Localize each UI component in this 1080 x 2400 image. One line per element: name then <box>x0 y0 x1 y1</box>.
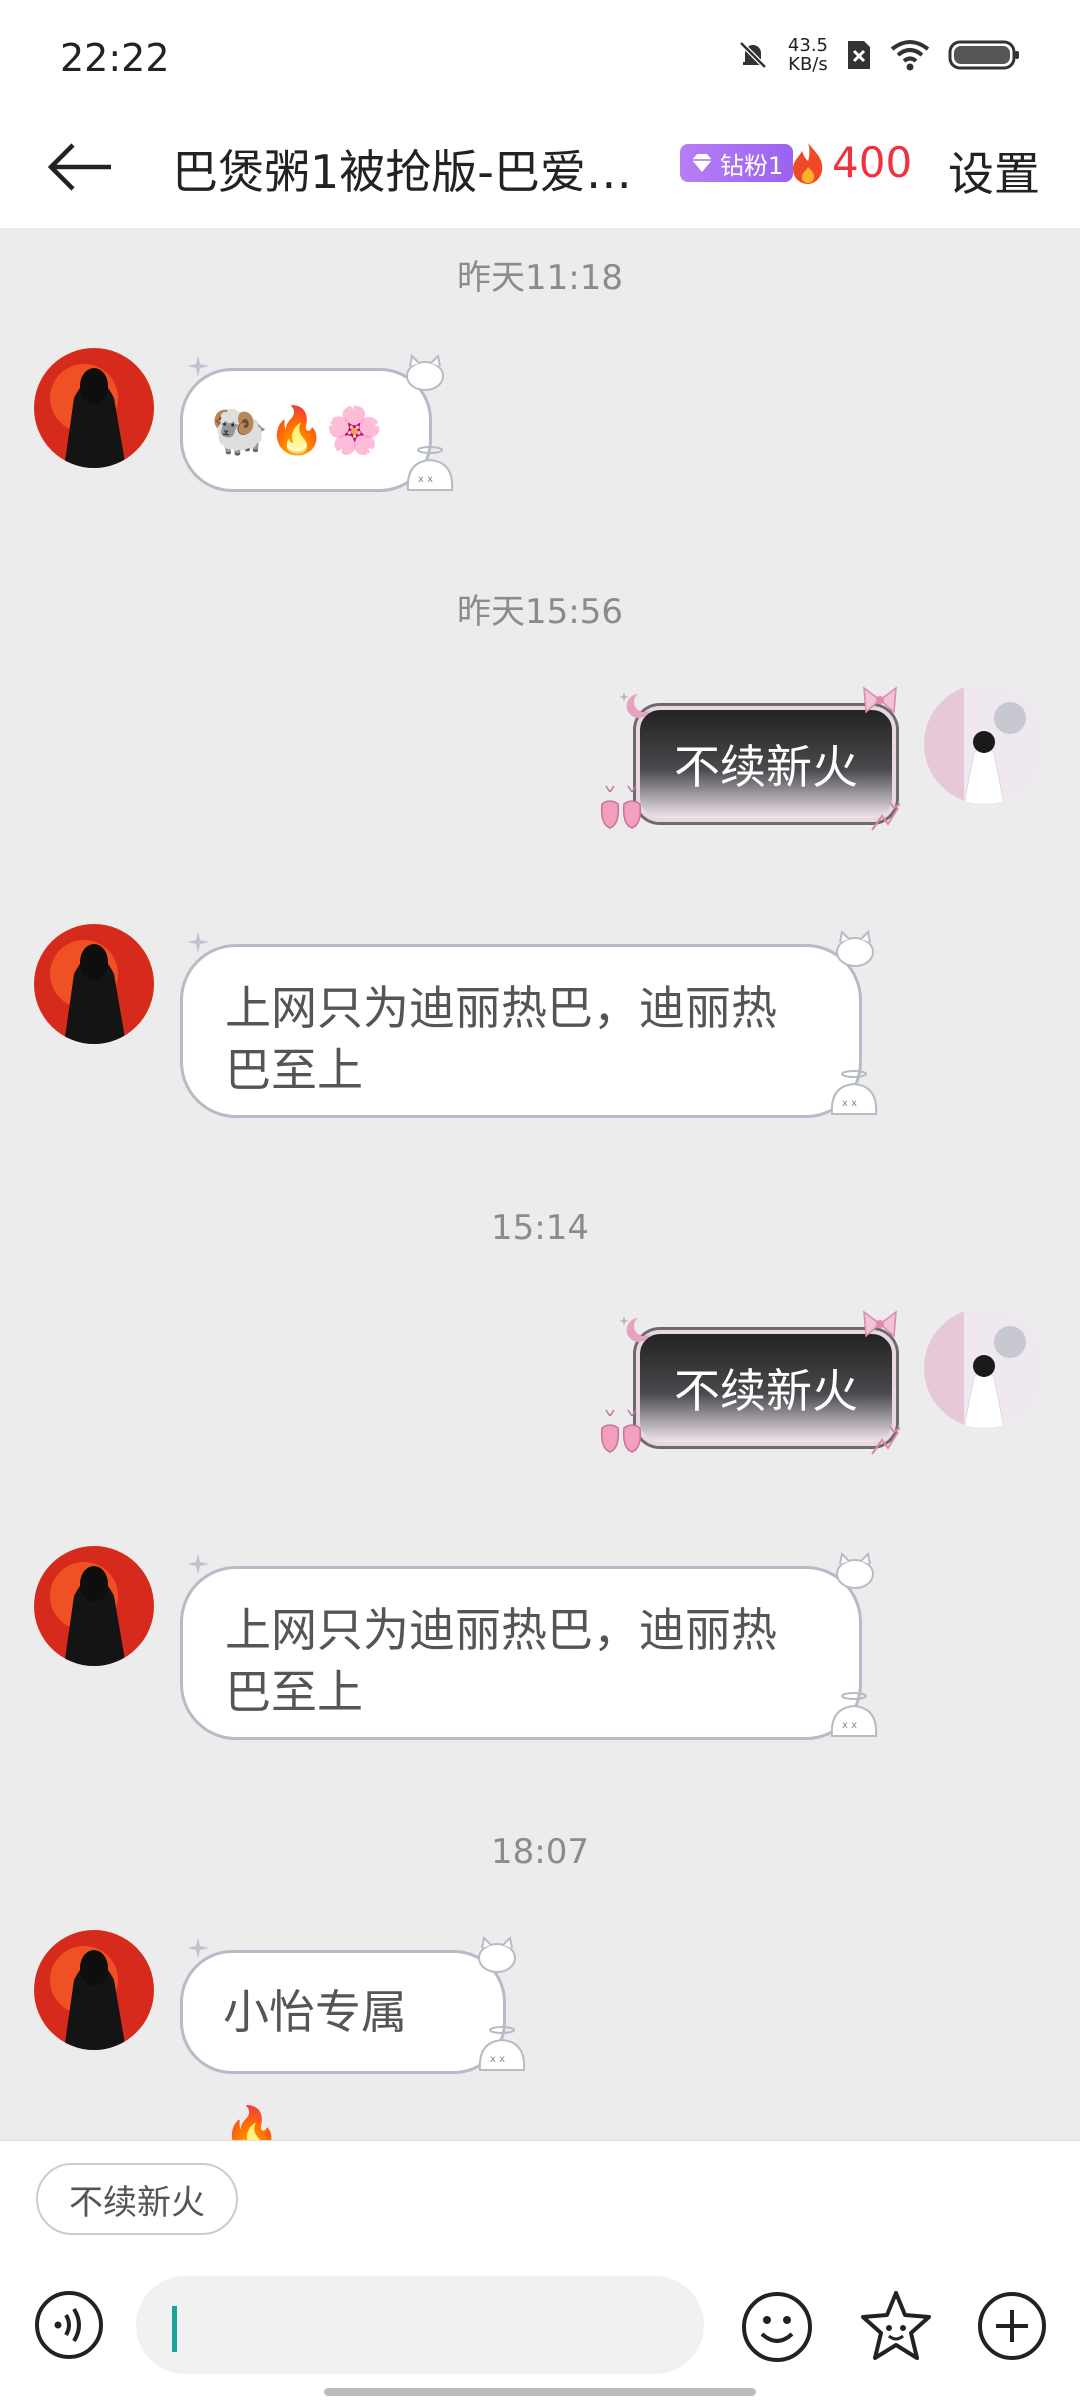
chat-title[interactable]: 巴煲粥1被抢版-巴爱… <box>172 136 672 202</box>
smiley-icon <box>742 2292 812 2362</box>
status-bar: 22:22 43.5 KB/s <box>0 0 1080 110</box>
message-bubble-incoming[interactable]: 小怡专属🔥 <box>180 1950 506 2157</box>
my-avatar[interactable] <box>924 1308 1044 1428</box>
quick-reply-chip[interactable]: 不续新火 <box>36 2163 238 2235</box>
net-speed-value: 43.5 <box>787 35 828 56</box>
quick-reply-bar: 不续新火 <box>0 2140 1080 2261</box>
strawberry-sticker-icon <box>600 1409 642 1453</box>
sticker-button[interactable] <box>858 2288 934 2364</box>
sparkle-icon <box>187 1937 209 1959</box>
message-timestamp: 18:07 <box>491 1832 589 1872</box>
ghost-sticker-icon: x x <box>478 2026 526 2071</box>
bell-mute-icon <box>739 41 767 69</box>
message-text: 不续新火 <box>674 740 858 794</box>
message-list[interactable]: 昨天11:18 🐏🔥🌸 x x 昨天15:56 不续新火 上网只为迪丽热巴，迪丽… <box>0 228 1080 2157</box>
chat-header: 巴煲粥1被抢版-巴爱… 钻粉1 400 设置 <box>0 110 1080 229</box>
bow-icon <box>863 1310 897 1338</box>
more-options-button[interactable] <box>976 2290 1048 2362</box>
ghost-sticker-icon: x x <box>830 1070 878 1115</box>
message-text: 不续新火 <box>674 1364 858 1418</box>
net-speed: 43.5 KB/s <box>788 36 828 74</box>
emoji-button[interactable] <box>740 2290 814 2364</box>
cat-sticker-icon <box>478 1935 516 1973</box>
status-icons: 43.5 KB/s <box>736 36 1020 74</box>
sparkle-icon <box>187 931 209 953</box>
svg-text:x x: x x <box>418 474 433 485</box>
home-indicator[interactable] <box>324 2388 756 2396</box>
back-button[interactable] <box>40 132 120 202</box>
message-timestamp: 昨天11:18 <box>457 258 623 298</box>
cat-sticker-icon <box>836 1551 874 1589</box>
moon-sparkle-icon <box>619 692 650 718</box>
wifi-icon <box>890 40 930 71</box>
sparkle-icon <box>187 355 209 377</box>
message-bubble-incoming[interactable]: 🐏🔥🌸 <box>180 368 432 492</box>
sparkle-icon <box>187 1553 209 1575</box>
arrow-left-icon <box>47 143 111 191</box>
diamond-icon <box>692 154 712 172</box>
battery-icon <box>948 40 1019 70</box>
fan-level-badge[interactable]: 钻粉1 <box>680 144 794 182</box>
moon-sparkle-icon <box>619 1316 650 1342</box>
ghost-sticker-icon: x x <box>830 1692 878 1737</box>
contact-avatar[interactable] <box>34 348 154 468</box>
cat-sticker-icon <box>836 929 874 967</box>
contact-avatar[interactable] <box>34 1546 154 1666</box>
message-text: 上网只为迪丽热巴，迪丽热巴至上 <box>225 981 777 1097</box>
my-avatar[interactable] <box>924 684 1044 804</box>
message-bubble-incoming[interactable]: 上网只为迪丽热巴，迪丽热巴至上 <box>180 944 862 1118</box>
status-time: 22:22 <box>60 36 170 80</box>
svg-text:x x: x x <box>490 2054 505 2065</box>
message-bubble-incoming[interactable]: 上网只为迪丽热巴，迪丽热巴至上 <box>180 1566 862 1740</box>
message-bubble-outgoing[interactable]: 不续新火 <box>636 1330 896 1446</box>
message-timestamp: 昨天15:56 <box>457 592 623 632</box>
star-face-icon <box>861 2291 931 2360</box>
plus-icon <box>978 2292 1046 2360</box>
net-speed-unit: KB/s <box>788 54 828 75</box>
voice-wave-icon <box>35 2291 103 2359</box>
text-cursor <box>172 2306 177 2352</box>
svg-text:x x: x x <box>842 1098 857 1109</box>
message-timestamp: 15:14 <box>491 1208 589 1248</box>
message-text: 小怡专属🔥 <box>223 1985 407 2157</box>
cat-sticker-icon <box>406 353 444 391</box>
sim-off-icon <box>848 41 870 69</box>
bow-icon <box>863 686 897 714</box>
ribbon-icon <box>871 801 901 831</box>
message-input[interactable] <box>136 2276 704 2374</box>
fire-icon <box>793 142 823 184</box>
input-bar <box>0 2260 1080 2400</box>
message-text: 上网只为迪丽热巴，迪丽热巴至上 <box>225 1603 777 1719</box>
fan-badge-label: 钻粉1 <box>720 151 784 180</box>
ribbon-icon <box>871 1425 901 1455</box>
ghost-sticker-icon: x x <box>406 446 454 491</box>
voice-button[interactable] <box>34 2290 104 2360</box>
message-text: 🐏🔥🌸 <box>211 403 383 457</box>
strawberry-sticker-icon <box>600 785 642 829</box>
svg-text:x x: x x <box>842 1720 857 1731</box>
contact-avatar[interactable] <box>34 1930 154 2050</box>
message-bubble-outgoing[interactable]: 不续新火 <box>636 706 896 822</box>
contact-avatar[interactable] <box>34 924 154 1044</box>
spark-streak[interactable]: 400 <box>790 138 912 187</box>
fire-count-value: 400 <box>832 138 913 187</box>
settings-button[interactable]: 设置 <box>948 138 1040 204</box>
